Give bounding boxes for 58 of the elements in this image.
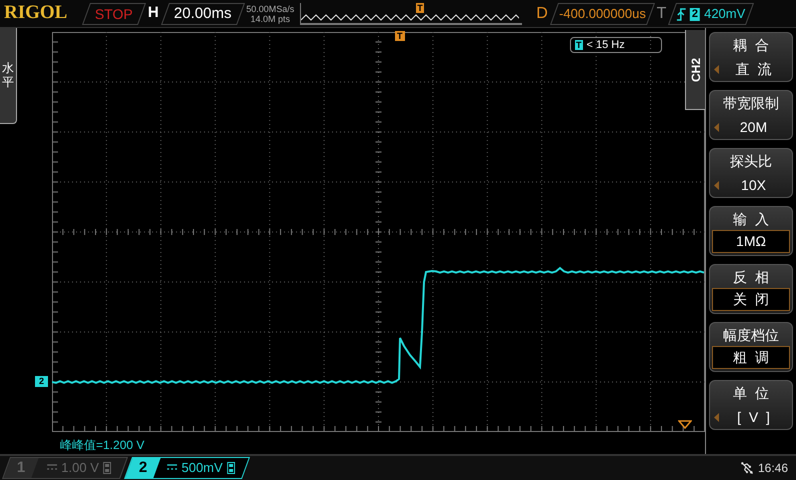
trigger-level-icon [678,420,692,429]
trigger-settings[interactable]: 2 420mV [668,2,755,24]
timebase[interactable]: 20.00ms [160,2,244,24]
menu-button[interactable]: 单 位 [ V ] [709,380,793,430]
channel-tab[interactable]: 2 500mV [124,457,250,479]
horizontal-label: H [148,3,159,24]
run-status[interactable]: STOP [82,2,146,24]
left-arrow-icon [714,412,719,422]
trigger-marker: T [395,31,404,41]
memory-waveform-icon [301,14,520,22]
menu-label: 单 位 [732,384,770,403]
frequency-badge: T < 15 Hz [570,37,662,53]
menu-button[interactable]: 输 入 1MΩ [709,206,793,256]
menu-button[interactable]: 带宽限制 20M [709,90,793,140]
left-arrow-icon [714,64,719,74]
channel-scale: 1.00 V [61,459,99,478]
menu-value: 粗 调 [733,348,769,367]
memory-depth: 14.0M pts [250,14,290,24]
menu-label: 输 入 [732,210,770,229]
sample-rate: 50.00MSa/s [246,4,294,14]
channel-menu-tab[interactable]: CH2 [685,30,705,110]
menu-value: 10X [740,176,767,194]
peak-to-peak-measurement: 峰峰值=1.200 V [59,437,146,454]
trigger-level: 420mV [704,4,746,23]
menu-label: 探头比 [729,152,773,171]
menu-value: [ V ] [736,408,771,427]
menu-button[interactable]: 幅度档位 粗 调 [709,322,793,372]
channel-number: 2 [125,458,161,478]
dc-coupling-icon [47,464,58,472]
menu-label: 反 相 [732,268,770,287]
menu-button[interactable]: 耦 合 直 流 [709,32,793,82]
channel-scale: 500mV [181,459,223,478]
menu-value: 1MΩ [736,232,766,251]
clock: 16:46 [758,460,788,477]
left-arrow-icon [714,122,719,132]
trigger-position-marker: T [416,2,424,12]
dc-coupling-icon [167,464,178,472]
channel-number: 1 [3,458,39,478]
delay-label: D [536,4,548,24]
usb-icon [740,461,754,475]
menu-button[interactable]: 探头比 10X [709,148,793,198]
trigger-label: T [656,4,666,24]
brand-logo: RIGOL [4,1,68,26]
horizontal-menu-tab[interactable]: 水平 [0,28,17,124]
menu-button[interactable]: 反 相 关 闭 [709,264,793,314]
menu-label: 带宽限制 [722,94,780,113]
rising-edge-icon [677,7,686,20]
probe-icon [226,462,235,474]
left-arrow-icon [714,180,719,190]
probe-icon [102,462,111,474]
menu-value: 关 闭 [733,290,769,309]
menu-value: 20M [738,118,768,136]
trigger-source: 2 [690,7,701,20]
menu-label: 幅度档位 [722,326,780,345]
menu-value: 直 流 [734,60,772,78]
delay-value[interactable]: -400.000000us [550,2,655,24]
channel-marker: 2 [35,376,48,387]
menu-label: 耦 合 [732,36,770,55]
